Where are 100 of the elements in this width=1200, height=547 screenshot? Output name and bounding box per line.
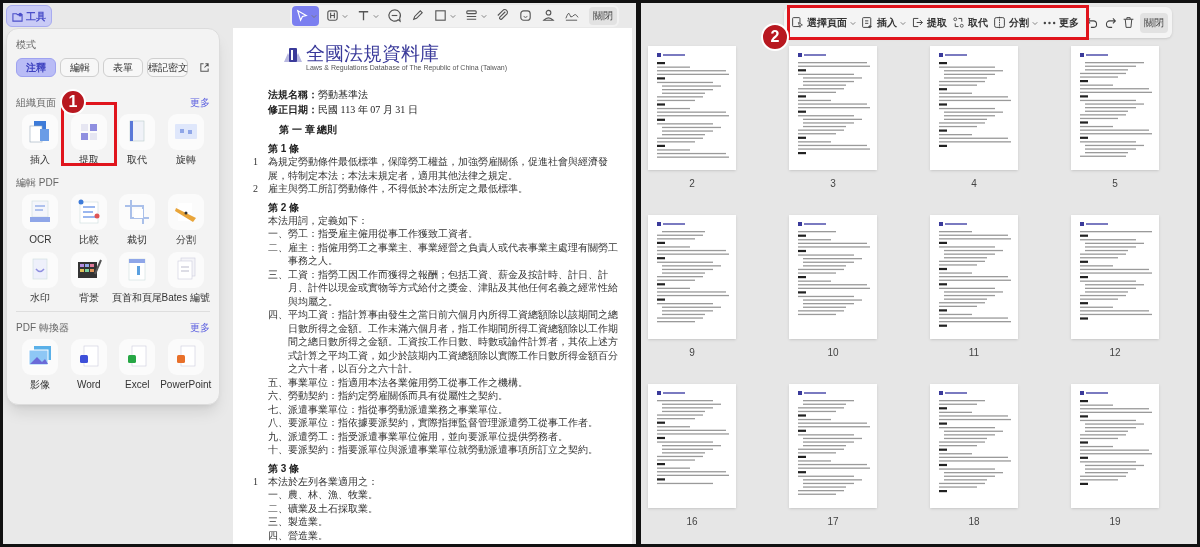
tool-tile[interactable]: Word (64, 339, 113, 392)
tool-tile[interactable]: OCR (16, 194, 65, 247)
tool-tile[interactable]: 插入 (16, 114, 65, 167)
mode-button[interactable]: 注釋 (16, 58, 56, 77)
crop-icon (119, 194, 156, 230)
tool-tile[interactable]: 水印 (16, 252, 65, 305)
logo-title: 全國法規資料庫 (306, 44, 440, 64)
close-button[interactable]: 關閉 (589, 6, 617, 25)
sticker-icon (518, 8, 533, 23)
list-item-text: 九、派遣勞工：指受派遣事業單位僱用，並向要派單位提供勞務者。 (268, 429, 568, 443)
tool-tile[interactable]: 頁首和頁尾 (113, 252, 162, 305)
page-number: 4 (971, 177, 977, 191)
color-grid-icon (70, 252, 107, 288)
toolbar-button[interactable]: 插入 (861, 15, 906, 30)
toolbar-button[interactable]: 分割 (993, 15, 1038, 30)
trash-icon (1122, 16, 1135, 29)
callout-badge: 2 (761, 23, 789, 51)
page-thumbnail[interactable] (648, 384, 736, 508)
pages-icon (22, 114, 59, 150)
paragraph-number: 1 (253, 155, 259, 169)
list-item-text: 二、礦業及土石採取業。 (268, 501, 378, 515)
tool-tile[interactable]: 旋轉 (161, 114, 210, 167)
file-badge-icon (167, 339, 204, 375)
mode-button[interactable]: 表單 (103, 58, 143, 77)
header-footer-icon (119, 252, 156, 288)
tool-button[interactable] (292, 5, 319, 26)
paragraph-number: 1 (253, 474, 259, 488)
page-thumbnail[interactable] (1071, 215, 1159, 339)
article-heading: 第 3 條 (268, 461, 301, 475)
lines-icon (464, 8, 479, 23)
list-item-text: 二、雇主：指僱用勞工之事業主、事業經營之負責人或代表事業主處理有關勞工事務之人。 (268, 240, 619, 268)
grid-icon (70, 114, 107, 150)
mode-button[interactable]: 標記密文 (147, 58, 188, 77)
page-thumbnail[interactable] (1071, 384, 1159, 508)
text-box-icon (325, 8, 340, 23)
list-item-text: 五、事業單位：指適用本法各業僱用勞工從事工作之機構。 (268, 375, 528, 389)
page-thumbnail[interactable] (648, 46, 736, 170)
page-number: 9 (689, 346, 695, 360)
page-number: 19 (1109, 515, 1121, 529)
cutter-icon (167, 194, 204, 230)
page-number: 17 (827, 515, 839, 529)
stacked-pages-icon (167, 252, 204, 288)
file-badge-icon (119, 339, 156, 375)
page-thumbnail[interactable] (789, 46, 877, 170)
section-heading: PDF 轉換器 (16, 321, 69, 335)
tool-tile[interactable]: PowerPoint (161, 339, 210, 392)
tool-tile[interactable]: 背景 (64, 252, 113, 305)
open-external-button[interactable] (199, 62, 210, 73)
replace-icon (952, 16, 965, 29)
section-heading: 組織頁面 (16, 96, 56, 110)
paragraph-text: 雇主與勞工所訂勞動條件，不得低於本法所定之最低標準。 (268, 182, 528, 196)
page-thumbnail[interactable] (1071, 46, 1159, 170)
scan-text-icon (22, 194, 59, 230)
cursor-icon (294, 8, 309, 23)
tool-tile[interactable]: 分割 (161, 194, 210, 247)
close-button[interactable]: 關閉 (1140, 12, 1168, 33)
chapter-heading: 第 一 章 總則 (279, 123, 339, 137)
file-badge-icon (70, 339, 107, 375)
pen-icon (410, 8, 425, 23)
toolbar-button[interactable]: 更多 (1043, 15, 1079, 30)
comment-icon (387, 8, 402, 23)
toolbar-button[interactable]: 提取 (911, 15, 947, 30)
page-number: 10 (827, 346, 839, 360)
more-link[interactable]: 更多 (190, 95, 210, 110)
tool-tile[interactable]: 取代 (113, 114, 162, 167)
article-heading: 第 1 條 (268, 142, 301, 155)
redo-button[interactable] (1104, 16, 1117, 29)
tool-tile[interactable]: 比較 (64, 194, 113, 247)
page-number: 3 (830, 177, 836, 191)
rectangle-icon (433, 8, 448, 23)
logo-icon (283, 46, 303, 64)
tool-tile[interactable]: 影像 (16, 339, 65, 392)
tool-tile[interactable]: Bates 編號 (161, 252, 210, 305)
tool-tile[interactable]: Excel (113, 339, 162, 392)
tool-tile[interactable]: 裁切 (113, 194, 162, 247)
toolbar-button[interactable]: 選擇頁面 (791, 15, 856, 30)
page-thumbnail[interactable] (789, 215, 877, 339)
page-thumbnail[interactable] (930, 384, 1018, 508)
list-item-text: 七、派遣事業單位：指從事勞動派遣業務之事業單位。 (268, 402, 508, 416)
page-thumbnail[interactable] (648, 215, 736, 339)
text-icon (356, 8, 371, 23)
list-item-text: 六、勞動契約：指約定勞雇關係而具有從屬性之契約。 (268, 389, 508, 403)
external-link-icon (199, 62, 210, 73)
tools-button[interactable]: 工具 (6, 5, 52, 27)
page-thumbnail[interactable] (930, 46, 1018, 170)
page-number: 12 (1109, 346, 1121, 360)
more-link[interactable]: 更多 (190, 320, 210, 335)
select-pages-icon (791, 16, 804, 29)
undo-button[interactable] (1086, 16, 1099, 29)
insert-page-icon (861, 16, 874, 29)
paragraph-number: 2 (253, 182, 259, 196)
mode-button[interactable]: 編輯 (59, 58, 100, 77)
page-number: 11 (968, 346, 980, 360)
trash-button[interactable] (1122, 16, 1135, 29)
page-thumbnail[interactable] (930, 215, 1018, 339)
page-thumbnail[interactable] (789, 384, 877, 508)
paragraph-text: 本法用詞，定義如下： (268, 213, 368, 227)
page-number: 18 (968, 515, 980, 529)
toolbar-button[interactable]: 取代 (952, 15, 988, 30)
paragraph-text: 本法於左列各業適用之： (268, 474, 378, 488)
